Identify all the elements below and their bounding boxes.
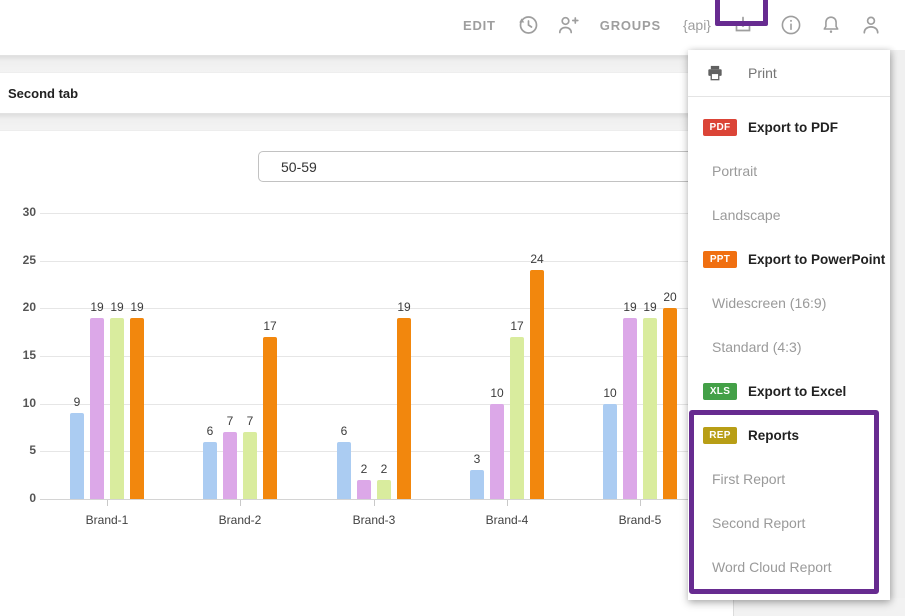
bar-brand-3-purple[interactable] [357, 480, 371, 499]
bar-brand-5-green[interactable] [643, 318, 657, 499]
y-axis-tick-0: 0 [0, 491, 36, 505]
bar-brand-2-blue[interactable] [203, 442, 217, 499]
age-range-dropdown-value: 50-59 [281, 159, 317, 175]
x-axis-label-brand-5: Brand-5 [580, 513, 700, 527]
bar-brand-3-orange[interactable] [397, 318, 411, 499]
y-axis-tick-30: 30 [0, 205, 36, 219]
bar-value-label: 6 [324, 424, 364, 438]
bar-brand-2-orange[interactable] [263, 337, 277, 499]
bell-icon[interactable] [818, 12, 844, 38]
bar-value-label: 19 [117, 300, 157, 314]
menu-option-first-report[interactable]: First Report [688, 457, 890, 501]
x-axis-tick [107, 500, 108, 506]
menu-header-reports[interactable]: REP Reports [688, 413, 890, 457]
menu-header-export-to-pdf[interactable]: PDF Export to PDF [688, 105, 890, 149]
bar-brand-1-orange[interactable] [130, 318, 144, 499]
gridline-y30 [40, 213, 733, 214]
bar-brand-4-orange[interactable] [530, 270, 544, 499]
user-icon[interactable] [858, 12, 884, 38]
xls-badge-icon: XLS [703, 383, 737, 400]
x-axis-tick [240, 500, 241, 506]
menu-header-label: Export to Excel [748, 384, 846, 399]
bar-brand-5-blue[interactable] [603, 404, 617, 499]
export-menu: PrintPDFExport to PDFPortraitLandscapePP… [688, 50, 890, 600]
printer-icon [705, 63, 725, 83]
menu-option-landscape[interactable]: Landscape [688, 193, 890, 237]
groups-button[interactable]: GROUPS [588, 18, 673, 33]
x-axis-label-brand-2: Brand-2 [180, 513, 300, 527]
x-axis-tick [640, 500, 641, 506]
x-axis-label-brand-1: Brand-1 [47, 513, 167, 527]
y-axis-tick-5: 5 [0, 443, 36, 457]
menu-option-second-report[interactable]: Second Report [688, 501, 890, 545]
bar-brand-2-purple[interactable] [223, 432, 237, 499]
y-axis-tick-15: 15 [0, 348, 36, 362]
info-icon[interactable] [778, 12, 804, 38]
menu-item-print[interactable]: Print [688, 50, 890, 96]
bar-value-label: 17 [250, 319, 290, 333]
menu-option-word-cloud-report[interactable]: Word Cloud Report [688, 545, 890, 589]
bar-brand-5-orange[interactable] [663, 308, 677, 499]
top-toolbar: EDIT GROUPS {api} [0, 0, 905, 55]
bar-brand-3-green[interactable] [377, 480, 391, 499]
pdf-badge-icon: PDF [703, 119, 737, 136]
add-user-icon[interactable] [555, 12, 581, 38]
bar-value-label: 19 [384, 300, 424, 314]
menu-option-standard-4-3[interactable]: Standard (4:3) [688, 325, 890, 369]
bar-brand-1-purple[interactable] [90, 318, 104, 499]
menu-option-portrait[interactable]: Portrait [688, 149, 890, 193]
x-axis-label-brand-4: Brand-4 [447, 513, 567, 527]
x-axis-label-brand-3: Brand-3 [314, 513, 434, 527]
menu-header-export-to-powerpoint[interactable]: PPT Export to PowerPoint [688, 237, 890, 281]
bar-brand-4-green[interactable] [510, 337, 524, 499]
gridline-y0 [40, 499, 733, 500]
rep-badge-icon: REP [703, 427, 737, 444]
gridline-y25 [40, 261, 733, 262]
menu-item-label: Print [748, 65, 777, 81]
y-axis-tick-20: 20 [0, 300, 36, 314]
menu-header-label: Export to PDF [748, 120, 838, 135]
menu-header-export-to-excel[interactable]: XLS Export to Excel [688, 369, 890, 413]
bar-value-label: 20 [650, 290, 690, 304]
menu-header-label: Reports [748, 428, 799, 443]
bar-brand-4-purple[interactable] [490, 404, 504, 499]
x-axis-tick [507, 500, 508, 506]
bar-brand-1-green[interactable] [110, 318, 124, 499]
bar-brand-1-blue[interactable] [70, 413, 84, 499]
y-axis-tick-10: 10 [0, 396, 36, 410]
download-icon[interactable] [730, 12, 756, 38]
edit-button[interactable]: EDIT [451, 18, 508, 33]
bar-value-label: 24 [517, 252, 557, 266]
page-background-bottom [733, 598, 905, 616]
menu-option-widescreen-16-9[interactable]: Widescreen (16:9) [688, 281, 890, 325]
bar-brand-2-green[interactable] [243, 432, 257, 499]
bar-brand-4-blue[interactable] [470, 470, 484, 499]
api-icon[interactable]: {api} [673, 17, 715, 33]
page-background-right [888, 50, 905, 616]
ppt-badge-icon: PPT [703, 251, 737, 268]
menu-divider [688, 96, 890, 97]
bar-brand-5-purple[interactable] [623, 318, 637, 499]
history-icon[interactable] [515, 12, 541, 38]
menu-header-label: Export to PowerPoint [748, 252, 885, 267]
x-axis-tick [374, 500, 375, 506]
y-axis-tick-25: 25 [0, 253, 36, 267]
